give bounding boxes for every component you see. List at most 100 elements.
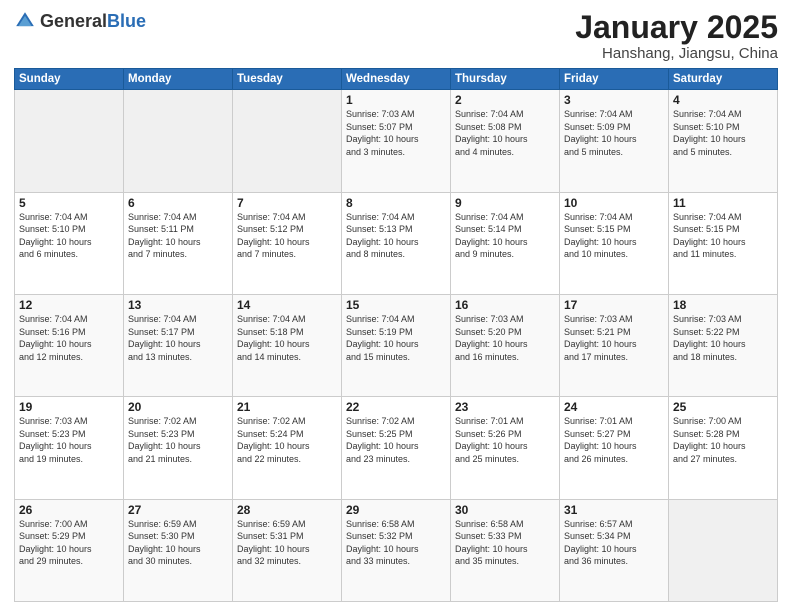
table-row: 21Sunrise: 7:02 AM Sunset: 5:24 PM Dayli… (233, 397, 342, 499)
day-number: 13 (128, 298, 228, 312)
table-row: 24Sunrise: 7:01 AM Sunset: 5:27 PM Dayli… (560, 397, 669, 499)
day-info: Sunrise: 7:03 AM Sunset: 5:23 PM Dayligh… (19, 415, 119, 465)
day-info: Sunrise: 7:04 AM Sunset: 5:19 PM Dayligh… (346, 313, 446, 363)
day-number: 11 (673, 196, 773, 210)
table-row: 20Sunrise: 7:02 AM Sunset: 5:23 PM Dayli… (124, 397, 233, 499)
day-number: 30 (455, 503, 555, 517)
day-info: Sunrise: 7:00 AM Sunset: 5:29 PM Dayligh… (19, 518, 119, 568)
col-sunday: Sunday (15, 69, 124, 90)
table-row: 6Sunrise: 7:04 AM Sunset: 5:11 PM Daylig… (124, 192, 233, 294)
day-number: 3 (564, 93, 664, 107)
col-friday: Friday (560, 69, 669, 90)
logo-text: GeneralBlue (40, 12, 146, 30)
day-info: Sunrise: 7:01 AM Sunset: 5:26 PM Dayligh… (455, 415, 555, 465)
day-info: Sunrise: 7:01 AM Sunset: 5:27 PM Dayligh… (564, 415, 664, 465)
header: GeneralBlue January 2025 Hanshang, Jiang… (14, 10, 778, 62)
day-info: Sunrise: 7:03 AM Sunset: 5:07 PM Dayligh… (346, 108, 446, 158)
table-row: 1Sunrise: 7:03 AM Sunset: 5:07 PM Daylig… (342, 90, 451, 192)
day-number: 26 (19, 503, 119, 517)
table-row: 5Sunrise: 7:04 AM Sunset: 5:10 PM Daylig… (15, 192, 124, 294)
location: Hanshang, Jiangsu, China (575, 45, 778, 62)
calendar-header-row: Sunday Monday Tuesday Wednesday Thursday… (15, 69, 778, 90)
day-info: Sunrise: 6:58 AM Sunset: 5:32 PM Dayligh… (346, 518, 446, 568)
table-row: 19Sunrise: 7:03 AM Sunset: 5:23 PM Dayli… (15, 397, 124, 499)
table-row: 22Sunrise: 7:02 AM Sunset: 5:25 PM Dayli… (342, 397, 451, 499)
day-number: 21 (237, 400, 337, 414)
table-row: 25Sunrise: 7:00 AM Sunset: 5:28 PM Dayli… (669, 397, 778, 499)
day-info: Sunrise: 7:04 AM Sunset: 5:12 PM Dayligh… (237, 211, 337, 261)
table-row: 31Sunrise: 6:57 AM Sunset: 5:34 PM Dayli… (560, 499, 669, 601)
day-info: Sunrise: 7:04 AM Sunset: 5:10 PM Dayligh… (19, 211, 119, 261)
day-number: 8 (346, 196, 446, 210)
day-number: 23 (455, 400, 555, 414)
table-row: 29Sunrise: 6:58 AM Sunset: 5:32 PM Dayli… (342, 499, 451, 601)
calendar-table: Sunday Monday Tuesday Wednesday Thursday… (14, 68, 778, 602)
calendar-week-row: 26Sunrise: 7:00 AM Sunset: 5:29 PM Dayli… (15, 499, 778, 601)
day-number: 18 (673, 298, 773, 312)
table-row: 8Sunrise: 7:04 AM Sunset: 5:13 PM Daylig… (342, 192, 451, 294)
table-row: 13Sunrise: 7:04 AM Sunset: 5:17 PM Dayli… (124, 294, 233, 396)
day-number: 14 (237, 298, 337, 312)
day-info: Sunrise: 7:02 AM Sunset: 5:23 PM Dayligh… (128, 415, 228, 465)
table-row: 27Sunrise: 6:59 AM Sunset: 5:30 PM Dayli… (124, 499, 233, 601)
day-info: Sunrise: 7:04 AM Sunset: 5:15 PM Dayligh… (673, 211, 773, 261)
day-info: Sunrise: 7:04 AM Sunset: 5:11 PM Dayligh… (128, 211, 228, 261)
day-info: Sunrise: 6:58 AM Sunset: 5:33 PM Dayligh… (455, 518, 555, 568)
day-number: 29 (346, 503, 446, 517)
day-info: Sunrise: 6:57 AM Sunset: 5:34 PM Dayligh… (564, 518, 664, 568)
day-info: Sunrise: 7:03 AM Sunset: 5:20 PM Dayligh… (455, 313, 555, 363)
day-info: Sunrise: 6:59 AM Sunset: 5:31 PM Dayligh… (237, 518, 337, 568)
table-row: 26Sunrise: 7:00 AM Sunset: 5:29 PM Dayli… (15, 499, 124, 601)
table-row: 15Sunrise: 7:04 AM Sunset: 5:19 PM Dayli… (342, 294, 451, 396)
day-info: Sunrise: 7:02 AM Sunset: 5:24 PM Dayligh… (237, 415, 337, 465)
table-row: 10Sunrise: 7:04 AM Sunset: 5:15 PM Dayli… (560, 192, 669, 294)
day-number: 31 (564, 503, 664, 517)
day-number: 1 (346, 93, 446, 107)
day-number: 16 (455, 298, 555, 312)
col-monday: Monday (124, 69, 233, 90)
day-info: Sunrise: 7:04 AM Sunset: 5:16 PM Dayligh… (19, 313, 119, 363)
logo: GeneralBlue (14, 10, 146, 32)
day-info: Sunrise: 7:04 AM Sunset: 5:18 PM Dayligh… (237, 313, 337, 363)
table-row: 11Sunrise: 7:04 AM Sunset: 5:15 PM Dayli… (669, 192, 778, 294)
table-row: 16Sunrise: 7:03 AM Sunset: 5:20 PM Dayli… (451, 294, 560, 396)
table-row: 7Sunrise: 7:04 AM Sunset: 5:12 PM Daylig… (233, 192, 342, 294)
col-tuesday: Tuesday (233, 69, 342, 90)
day-number: 2 (455, 93, 555, 107)
day-info: Sunrise: 7:03 AM Sunset: 5:22 PM Dayligh… (673, 313, 773, 363)
col-thursday: Thursday (451, 69, 560, 90)
table-row: 17Sunrise: 7:03 AM Sunset: 5:21 PM Dayli… (560, 294, 669, 396)
day-number: 28 (237, 503, 337, 517)
calendar-week-row: 1Sunrise: 7:03 AM Sunset: 5:07 PM Daylig… (15, 90, 778, 192)
table-row (233, 90, 342, 192)
day-info: Sunrise: 7:04 AM Sunset: 5:09 PM Dayligh… (564, 108, 664, 158)
table-row: 23Sunrise: 7:01 AM Sunset: 5:26 PM Dayli… (451, 397, 560, 499)
day-number: 7 (237, 196, 337, 210)
table-row: 18Sunrise: 7:03 AM Sunset: 5:22 PM Dayli… (669, 294, 778, 396)
table-row: 3Sunrise: 7:04 AM Sunset: 5:09 PM Daylig… (560, 90, 669, 192)
day-number: 22 (346, 400, 446, 414)
table-row: 4Sunrise: 7:04 AM Sunset: 5:10 PM Daylig… (669, 90, 778, 192)
day-info: Sunrise: 6:59 AM Sunset: 5:30 PM Dayligh… (128, 518, 228, 568)
day-number: 19 (19, 400, 119, 414)
day-number: 4 (673, 93, 773, 107)
table-row (124, 90, 233, 192)
day-number: 20 (128, 400, 228, 414)
day-info: Sunrise: 7:00 AM Sunset: 5:28 PM Dayligh… (673, 415, 773, 465)
day-number: 10 (564, 196, 664, 210)
calendar-week-row: 19Sunrise: 7:03 AM Sunset: 5:23 PM Dayli… (15, 397, 778, 499)
day-info: Sunrise: 7:04 AM Sunset: 5:14 PM Dayligh… (455, 211, 555, 261)
day-number: 12 (19, 298, 119, 312)
day-number: 5 (19, 196, 119, 210)
col-saturday: Saturday (669, 69, 778, 90)
day-number: 6 (128, 196, 228, 210)
table-row (669, 499, 778, 601)
table-row: 14Sunrise: 7:04 AM Sunset: 5:18 PM Dayli… (233, 294, 342, 396)
day-number: 24 (564, 400, 664, 414)
table-row: 2Sunrise: 7:04 AM Sunset: 5:08 PM Daylig… (451, 90, 560, 192)
day-info: Sunrise: 7:04 AM Sunset: 5:17 PM Dayligh… (128, 313, 228, 363)
table-row: 30Sunrise: 6:58 AM Sunset: 5:33 PM Dayli… (451, 499, 560, 601)
day-number: 9 (455, 196, 555, 210)
logo-blue-text: Blue (107, 11, 146, 31)
page: GeneralBlue January 2025 Hanshang, Jiang… (0, 0, 792, 612)
